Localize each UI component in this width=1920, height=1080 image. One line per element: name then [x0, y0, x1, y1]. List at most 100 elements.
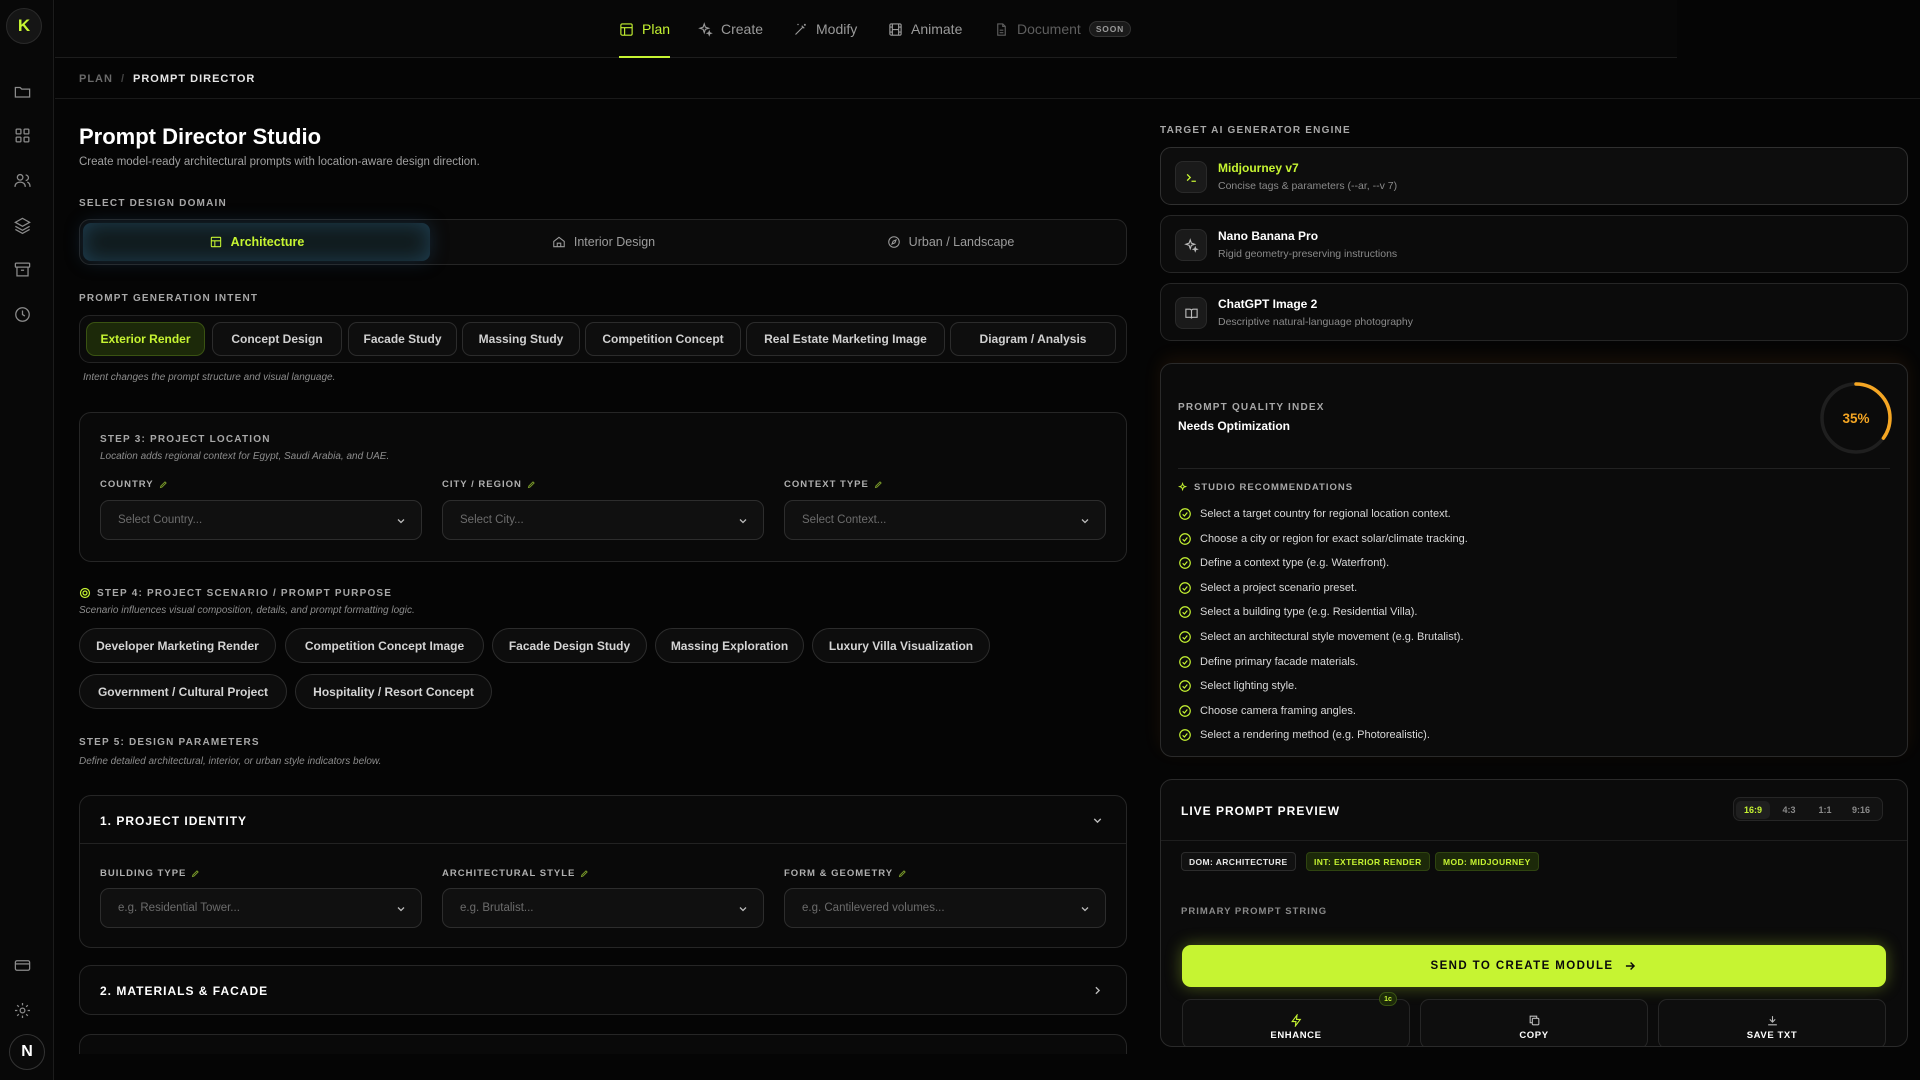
accordion-next-partial[interactable]: [79, 1034, 1127, 1054]
ratio-9-16[interactable]: 9:16: [1844, 801, 1878, 819]
ratio-16-9[interactable]: 16:9: [1736, 801, 1770, 819]
building-type-select[interactable]: e.g. Residential Tower...: [100, 888, 422, 928]
scenario-luxury-villa[interactable]: Luxury Villa Visualization: [812, 628, 990, 663]
pencil-icon: [192, 870, 200, 878]
params-note: Define detailed architectural, interior,…: [79, 756, 382, 767]
tag-domain: DOM: ARCHITECTURE: [1181, 852, 1296, 871]
check-circle-icon: [1179, 729, 1191, 742]
top-nav: Plan Create Modify Animate Document SOON: [55, 0, 1677, 58]
accordion-title: 2. MATERIALS & FACADE: [100, 984, 269, 998]
ratio-1-1[interactable]: 1:1: [1808, 801, 1842, 819]
intent-facade-study[interactable]: Facade Study: [348, 322, 457, 356]
domain-urban[interactable]: Urban / Landscape: [777, 223, 1124, 261]
breadcrumb-root[interactable]: PLAN: [79, 73, 113, 85]
accordion-materials-facade[interactable]: 2. MATERIALS & FACADE: [79, 965, 1127, 1015]
sparkles-icon: [1178, 482, 1188, 492]
intent-concept-design[interactable]: Concept Design: [212, 322, 342, 356]
check-circle-icon: [1179, 655, 1191, 668]
breadcrumb-separator: /: [120, 72, 126, 85]
nav-plan[interactable]: Plan: [619, 0, 671, 58]
logo[interactable]: K: [6, 8, 42, 44]
chevron-down-icon: [397, 519, 405, 524]
grid-icon[interactable]: [11, 124, 33, 146]
enhance-button[interactable]: ENHANCE: [1182, 999, 1410, 1046]
card-icon[interactable]: [11, 954, 33, 976]
quality-value: 35%: [1842, 410, 1870, 426]
ratio-4-3[interactable]: 4:3: [1772, 801, 1806, 819]
domain-architecture[interactable]: Architecture: [83, 223, 430, 261]
nav-create[interactable]: Create: [698, 0, 763, 58]
nav-modify[interactable]: Modify: [793, 0, 857, 58]
download-icon: [1767, 1016, 1777, 1026]
check-circle-icon: [1179, 532, 1191, 545]
page-subtitle: Create model-ready architectural prompts…: [79, 156, 480, 168]
book-icon: [1175, 297, 1207, 329]
check-circle-icon: [1179, 557, 1191, 570]
intent-label: PROMPT GENERATION INTENT: [79, 293, 259, 304]
engine-chatgpt[interactable]: ChatGPT Image 2 Descriptive natural-lang…: [1160, 283, 1908, 341]
engine-desc: Rigid geometry-preserving instructions: [1218, 248, 1398, 260]
aspect-ratio-selector: 16:9 4:3 1:1 9:16: [1733, 797, 1883, 821]
scenario-developer-marketing[interactable]: Developer Marketing Render: [79, 628, 276, 663]
country-select[interactable]: Select Country...: [100, 500, 422, 540]
context-label: CONTEXT TYPE: [784, 479, 883, 490]
building-type-label-text: BUILDING TYPE: [100, 868, 187, 879]
app-root: K N Plan Create Modify Animate Document …: [0, 0, 1920, 1080]
engine-midjourney[interactable]: Midjourney v7 Concise tags & parameters …: [1160, 147, 1908, 205]
clock-icon[interactable]: [11, 303, 33, 325]
left-rail: K N: [0, 0, 54, 1080]
accordion-header[interactable]: 1. PROJECT IDENTITY: [80, 796, 1126, 844]
scenario-government-cultural[interactable]: Government / Cultural Project: [79, 674, 287, 709]
send-to-create-button[interactable]: SEND TO CREATE MODULE: [1182, 945, 1886, 987]
preview-title: LIVE PROMPT PREVIEW: [1181, 804, 1341, 818]
form-geometry-label: FORM & GEOMETRY: [784, 868, 907, 879]
check-circle-icon: [1179, 581, 1191, 594]
intent-exterior-render[interactable]: Exterior Render: [86, 322, 205, 356]
archive-icon[interactable]: [11, 258, 33, 280]
scenario-facade-design[interactable]: Facade Design Study: [492, 628, 647, 663]
send-label: SEND TO CREATE MODULE: [1430, 960, 1614, 972]
building-icon: [210, 236, 221, 248]
form-geometry-select[interactable]: e.g. Cantilevered volumes...: [784, 888, 1106, 928]
scenario-massing-exploration[interactable]: Massing Exploration: [655, 628, 804, 663]
gear-icon[interactable]: [11, 999, 33, 1021]
save-txt-button[interactable]: SAVE TXT: [1658, 999, 1886, 1046]
intent-diagram-analysis[interactable]: Diagram / Analysis: [950, 322, 1116, 356]
scenario-hospitality-resort[interactable]: Hospitality / Resort Concept: [295, 674, 492, 709]
wand-icon: [795, 23, 806, 35]
intent-competition-concept[interactable]: Competition Concept: [585, 322, 741, 356]
context-select[interactable]: Select Context...: [784, 500, 1106, 540]
arch-style-select[interactable]: e.g. Brutalist...: [442, 888, 764, 928]
save-txt-label: SAVE TXT: [1746, 1030, 1798, 1041]
copy-button[interactable]: COPY: [1420, 999, 1648, 1046]
folder-icon[interactable]: [11, 80, 33, 102]
scenario-title: STEP 4: PROJECT SCENARIO / PROMPT PURPOS…: [79, 587, 392, 599]
domain-interior-label: Interior Design: [573, 235, 656, 249]
layout-icon: [620, 22, 633, 36]
nav-animate[interactable]: Animate: [888, 0, 962, 58]
accordion-project-identity: 1. PROJECT IDENTITY BUILDING TYPE e.g. R…: [79, 795, 1127, 948]
recommendation-item: Select a target country for regional loc…: [1178, 505, 1451, 523]
quality-label: PROMPT QUALITY INDEX: [1178, 402, 1325, 413]
engine-desc: Concise tags & parameters (--ar, --v 7): [1218, 180, 1398, 192]
city-select[interactable]: Select City...: [442, 500, 764, 540]
pencil-icon: [527, 481, 535, 489]
copy-label: COPY: [1519, 1030, 1549, 1041]
domain-interior[interactable]: Interior Design: [430, 223, 777, 261]
users-icon[interactable]: [11, 169, 33, 191]
avatar[interactable]: N: [9, 1034, 45, 1070]
recommendation-item: Select an architectural style movement (…: [1178, 628, 1464, 646]
layers-icon[interactable]: [11, 214, 33, 236]
film-icon: [889, 22, 902, 36]
intent-massing-study[interactable]: Massing Study: [462, 322, 580, 356]
intent-real-estate-marketing[interactable]: Real Estate Marketing Image: [746, 322, 945, 356]
file-icon: [997, 22, 1006, 36]
scenario-competition-concept[interactable]: Competition Concept Image: [285, 628, 484, 663]
recommendation-text: Define primary facade materials.: [1200, 655, 1359, 668]
intent-selector: Exterior Render Concept Design Facade St…: [79, 315, 1127, 363]
recommendation-text: Choose camera framing angles.: [1200, 704, 1356, 717]
engine-nano-banana[interactable]: Nano Banana Pro Rigid geometry-preservin…: [1160, 215, 1908, 273]
compass-icon: [887, 236, 900, 248]
building-type-placeholder: e.g. Residential Tower...: [118, 902, 240, 914]
city-label-text: CITY / REGION: [442, 479, 522, 490]
